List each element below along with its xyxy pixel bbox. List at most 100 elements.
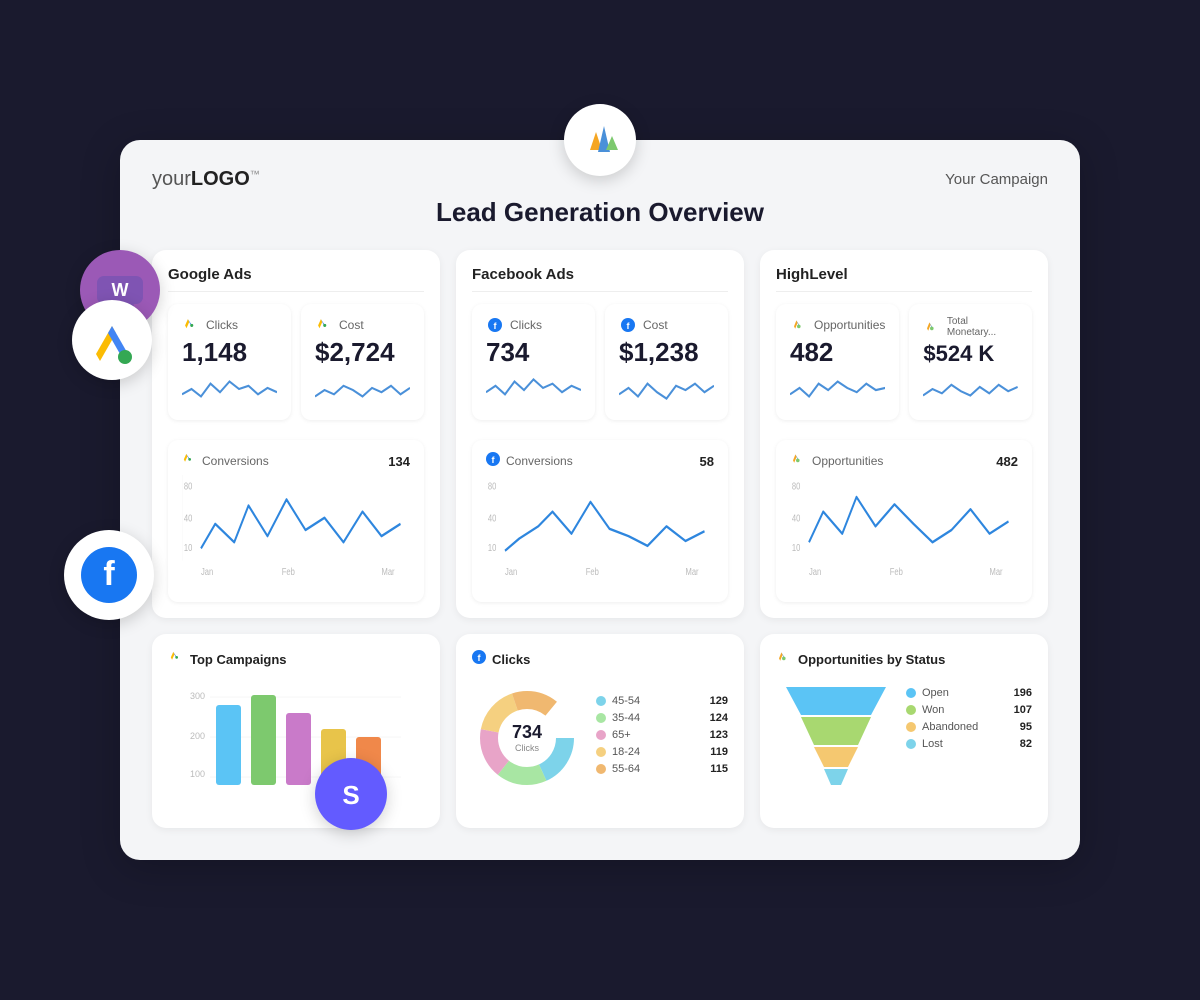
svg-text:Jan: Jan bbox=[505, 566, 517, 577]
page-title: Lead Generation Overview bbox=[152, 197, 1048, 228]
donut-center: 734 Clicks bbox=[512, 723, 542, 753]
hl-opps-label: Opportunities bbox=[814, 318, 885, 332]
highlevel-title: HighLevel bbox=[776, 266, 1032, 292]
hl-opps-sparkline bbox=[790, 373, 885, 405]
legend-val: 124 bbox=[710, 712, 728, 724]
svg-text:Mar: Mar bbox=[382, 566, 395, 577]
legend-item-45-54: 45-54 129 bbox=[596, 695, 728, 707]
google-conv-value: 134 bbox=[388, 454, 410, 469]
fb-cost-value: $1,238 bbox=[619, 338, 714, 367]
google-clicks-card: Clicks 1,148 bbox=[168, 304, 291, 420]
svg-text:S: S bbox=[342, 780, 359, 810]
dashboard-panel: yourLOGO™ Your Campaign Lead Generation … bbox=[120, 140, 1080, 860]
facebook-float-icon: f bbox=[64, 530, 154, 620]
fb-clicks-label: Clicks bbox=[510, 318, 542, 332]
google-cost-label: Cost bbox=[339, 318, 364, 332]
bottom-sections-grid: Top Campaigns 300 200 100 bbox=[152, 634, 1048, 828]
hl-monetary-label: Total Monetary... bbox=[947, 316, 1018, 338]
legend-label: Open bbox=[922, 687, 1008, 699]
donut-center-num: 734 bbox=[512, 723, 542, 743]
highlevel-monetary-icon bbox=[923, 318, 941, 336]
top-campaigns-title: Top Campaigns bbox=[190, 652, 287, 667]
svg-text:Mar: Mar bbox=[990, 566, 1003, 577]
funnel-legend: Open 196 Won 107 Abandoned 95 bbox=[906, 677, 1032, 755]
donut-svg-wrap: 734 Clicks bbox=[472, 683, 582, 793]
google-clicks-value: 1,148 bbox=[182, 338, 277, 367]
top-arrows-icon bbox=[564, 104, 636, 176]
svg-text:200: 200 bbox=[190, 731, 205, 741]
highlevel-metrics-row: Opportunities 482 bbox=[776, 304, 1032, 420]
ops-status-icon bbox=[776, 650, 792, 669]
legend-dot bbox=[596, 713, 606, 723]
hl-opps-chart-value: 482 bbox=[996, 454, 1018, 469]
google-ads-float-icon bbox=[72, 300, 152, 380]
fb-clicks-card: f Clicks 734 bbox=[472, 304, 595, 420]
ops-by-status-panel: Opportunities by Status bbox=[760, 634, 1048, 828]
fb-clicks-donut-title: Clicks bbox=[492, 652, 530, 667]
google-cost-card: Cost $2,724 bbox=[301, 304, 424, 420]
legend-dot bbox=[596, 730, 606, 740]
donut-legend: 45-54 129 35-44 124 65+ 123 bbox=[596, 695, 728, 780]
highlevel-icon bbox=[790, 316, 808, 334]
svg-text:Feb: Feb bbox=[282, 566, 295, 577]
svg-text:80: 80 bbox=[184, 481, 193, 492]
legend-label: 35-44 bbox=[612, 712, 704, 724]
facebook-metrics-row: f Clicks 734 f bbox=[472, 304, 728, 420]
svg-text:Feb: Feb bbox=[586, 566, 599, 577]
svg-text:Mar: Mar bbox=[686, 566, 699, 577]
svg-text:Jan: Jan bbox=[809, 566, 821, 577]
legend-val: 107 bbox=[1014, 704, 1032, 716]
google-cost-value: $2,724 bbox=[315, 338, 410, 367]
facebook-ads-title: Facebook Ads bbox=[472, 266, 728, 292]
fb-cost-sparkline bbox=[619, 373, 714, 405]
google-conv-label: Conversions bbox=[202, 454, 269, 468]
google-ads-title: Google Ads bbox=[168, 266, 424, 292]
funnel-container: Open 196 Won 107 Abandoned 95 bbox=[776, 677, 1032, 797]
legend-item-65plus: 65+ 123 bbox=[596, 729, 728, 741]
facebook-ads-section: Facebook Ads f Clicks 734 bbox=[456, 250, 744, 618]
legend-dot bbox=[906, 705, 916, 715]
legend-dot bbox=[906, 722, 916, 732]
hl-opps-chart-label: Opportunities bbox=[812, 454, 883, 468]
svg-text:80: 80 bbox=[792, 481, 801, 492]
google-conversions-chart: Conversions 134 80 40 10 Jan Feb bbox=[168, 440, 424, 602]
donut-center-sub: Clicks bbox=[512, 743, 542, 753]
legend-item-lost: Lost 82 bbox=[906, 738, 1032, 750]
hl-opps-value: 482 bbox=[790, 338, 885, 367]
funnel-chart bbox=[776, 677, 896, 797]
google-metrics-row: Clicks 1,148 bbox=[168, 304, 424, 420]
legend-label: 18-24 bbox=[612, 746, 704, 758]
svg-text:40: 40 bbox=[792, 512, 801, 523]
campaign-label: Your Campaign bbox=[945, 171, 1048, 188]
legend-dot bbox=[906, 739, 916, 749]
legend-label: Lost bbox=[922, 738, 1014, 750]
hl-opps-chart-icon bbox=[790, 452, 806, 471]
facebook-cost-icon: f bbox=[619, 316, 637, 334]
svg-text:10: 10 bbox=[184, 542, 193, 553]
legend-label: Won bbox=[922, 704, 1008, 716]
legend-item-abandoned: Abandoned 95 bbox=[906, 721, 1032, 733]
legend-dot bbox=[596, 696, 606, 706]
legend-val: 196 bbox=[1014, 687, 1032, 699]
fb-clicks-value: 734 bbox=[486, 338, 581, 367]
legend-val: 115 bbox=[710, 763, 728, 775]
legend-dot bbox=[906, 688, 916, 698]
legend-val: 129 bbox=[710, 695, 728, 707]
google-conv-line-chart: 80 40 10 Jan Feb Mar bbox=[182, 475, 410, 585]
legend-label: 55-64 bbox=[612, 763, 704, 775]
fb-clicks-sparkline bbox=[486, 373, 581, 405]
legend-val: 119 bbox=[710, 746, 728, 758]
ops-status-title: Opportunities by Status bbox=[798, 652, 945, 667]
svg-text:40: 40 bbox=[488, 512, 497, 523]
fb-conv-icon: f bbox=[486, 452, 500, 471]
hl-monetary-sparkline bbox=[923, 372, 1018, 404]
legend-item-55-64: 55-64 115 bbox=[596, 763, 728, 775]
google-ads-section: Google Ads bbox=[152, 250, 440, 618]
fb-cost-card: f Cost $1,238 bbox=[605, 304, 728, 420]
legend-label: 65+ bbox=[612, 729, 704, 741]
dashboard-wrapper: W f S yourLOGO™ Your Campaign bbox=[120, 140, 1080, 860]
hl-monetary-card: Total Monetary... $524 K bbox=[909, 304, 1032, 420]
google-conv-icon bbox=[182, 452, 196, 471]
google-ads-cost-icon bbox=[315, 316, 333, 334]
legend-val: 123 bbox=[710, 729, 728, 741]
